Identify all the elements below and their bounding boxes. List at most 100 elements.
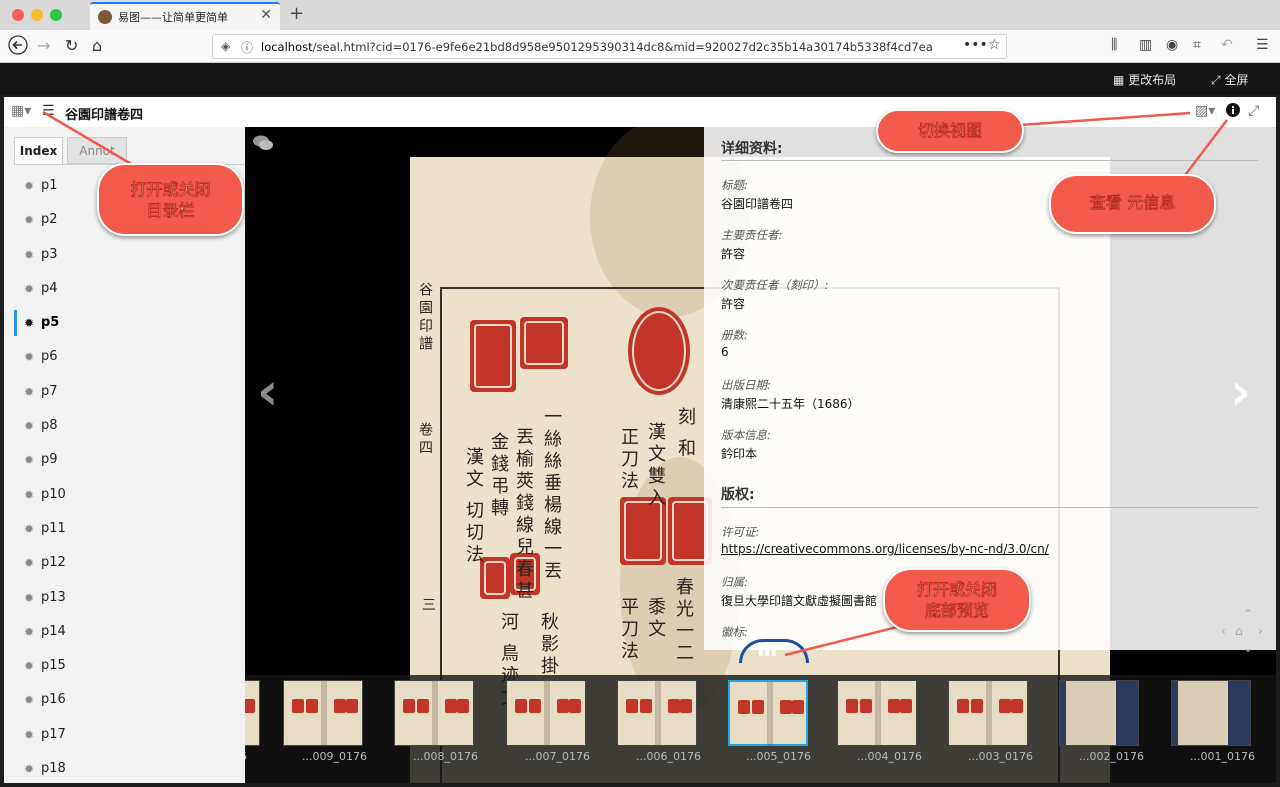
sidebar-item-p11[interactable]: ✹ p11	[4, 512, 245, 546]
page-text: 春光一二	[673, 577, 694, 665]
sidebar-item-p15[interactable]: ✹ p15	[4, 649, 245, 683]
page-text: 秋影掛	[538, 612, 559, 678]
sidebar-toggle-icon[interactable]: ▥	[1139, 37, 1152, 53]
sidebar-item-p7[interactable]: ✹ p7	[4, 375, 245, 409]
sidebar-item-p13[interactable]: ✹ p13	[4, 581, 245, 615]
tab-annotations[interactable]: Annot	[67, 137, 127, 164]
bookmark-star-icon[interactable]: ☆	[988, 37, 1001, 53]
switch-view-icon[interactable]: ▨▾	[1195, 103, 1215, 119]
library-icon[interactable]: ⫼	[1111, 37, 1117, 53]
page-bullet-icon: ✹	[24, 659, 35, 674]
window-layout-icon[interactable]: ▦▾	[11, 103, 31, 119]
page-bullet-icon: ✹	[24, 762, 35, 777]
page-text: 丟榆莢錢線兒春甚	[513, 427, 534, 603]
page-actions-icon[interactable]: •••	[963, 37, 988, 53]
date-value: 清康熙二十五年（1686）	[721, 397, 860, 411]
reset-view-icon[interactable]: ⌂	[1235, 624, 1243, 638]
page-text: 平刀法	[618, 597, 639, 663]
thumbnail[interactable]	[394, 680, 474, 746]
undo-icon[interactable]: ↶	[1221, 37, 1233, 53]
author-label: 主要责任者:	[721, 228, 783, 242]
page-label: p2	[41, 212, 58, 228]
url-bar[interactable]: ◈ ⓘ localhost/seal.html?cid=0176-e9fe6e2…	[212, 34, 1007, 59]
thumbnail[interactable]	[1059, 680, 1139, 746]
thumbnail[interactable]	[948, 680, 1028, 746]
tab-title: 易图——让简单更简单	[118, 11, 228, 24]
info-icon[interactable]: ⓘ	[241, 39, 253, 56]
thumbnail[interactable]	[283, 680, 363, 746]
pan-down-icon[interactable]: ⌄	[1243, 641, 1253, 655]
sidebar-item-p4[interactable]: ✹ p4	[4, 272, 245, 306]
crop-icon[interactable]: ⌗	[1193, 37, 1201, 53]
account-icon[interactable]: ◉	[1166, 37, 1178, 53]
toggle-preview-handle[interactable]: ▮▮▮	[758, 647, 788, 658]
pan-up-icon[interactable]: ⌃	[1243, 607, 1253, 621]
pan-left-icon[interactable]: ‹	[1221, 624, 1226, 638]
thumbnail[interactable]	[1171, 680, 1251, 746]
previous-page-icon[interactable]: ‹	[257, 362, 278, 422]
thumbnail[interactable]	[506, 680, 586, 746]
thumbnail[interactable]	[617, 680, 697, 746]
thumbnail-label: ...004_0176	[857, 750, 922, 763]
close-tab-icon[interactable]: ✕	[260, 7, 272, 23]
new-tab-button[interactable]: +	[289, 3, 304, 24]
expand-icon: ⤢	[1211, 73, 1221, 87]
owner-label: 归属:	[721, 575, 748, 589]
sidebar-item-p3[interactable]: ✹ p3	[4, 238, 245, 272]
edition-label: 版本信息:	[721, 428, 771, 442]
page-label: p7	[41, 383, 58, 399]
sidebar-item-p18[interactable]: ✹ p18	[4, 752, 245, 786]
page-label: p11	[41, 520, 66, 536]
browser-tab[interactable]: 易图——让简单更简单 ✕	[90, 2, 280, 30]
fullscreen-button[interactable]: ⤢ 全屏	[1211, 71, 1248, 88]
tab-index[interactable]: Index	[14, 137, 63, 165]
page-bullet-icon: ✹	[24, 384, 35, 399]
zoom-in-icon[interactable]: ⊕	[1203, 607, 1213, 621]
maximize-window-button[interactable]	[50, 9, 62, 21]
change-layout-button[interactable]: ▦ 更改布局	[1113, 71, 1176, 88]
page-label: p1	[41, 178, 58, 193]
menu-icon[interactable]: ☰	[1256, 37, 1269, 53]
sidebar-item-p6[interactable]: ✹ p6	[4, 340, 245, 374]
home-button[interactable]: ⌂	[92, 35, 102, 57]
sidebar-item-p10[interactable]: ✹ p10	[4, 478, 245, 512]
thumbnail[interactable]	[837, 680, 917, 746]
reload-button[interactable]: ↻	[65, 35, 78, 57]
sidebar-item-p14[interactable]: ✹ p14	[4, 615, 245, 649]
page-bullet-icon: ✹	[24, 316, 35, 331]
page-label: p8	[41, 418, 58, 434]
forward-button[interactable]: →	[37, 35, 50, 57]
thumbnail-label: ...003_0176	[968, 750, 1033, 763]
close-window-button[interactable]	[12, 9, 24, 21]
comment-icon[interactable]	[253, 135, 273, 155]
thumbnail-strip: 6 ...009_0176 ...008_0176 ...007_0176 ...006…	[245, 675, 1276, 783]
zoom-out-icon[interactable]: ⊖	[1203, 631, 1213, 645]
info-metadata-icon[interactable]	[1226, 103, 1240, 121]
sidebar-item-p16[interactable]: ✹ p16	[4, 683, 245, 717]
sidebar-item-p5[interactable]: ✹ p5	[4, 306, 245, 340]
page-text: 一絲絲垂楊線一丟	[541, 407, 562, 583]
page-label: p12	[41, 555, 66, 571]
sidebar-item-p12[interactable]: ✹ p12	[4, 546, 245, 580]
page-label: p6	[41, 349, 58, 365]
callout-toggle-preview: 打开或关闭 底部预览	[883, 568, 1031, 632]
page-bullet-icon: ✹	[24, 693, 35, 708]
sidebar-item-p8[interactable]: ✹ p8	[4, 409, 245, 443]
minimize-window-button[interactable]	[31, 9, 43, 21]
toggle-toc-icon[interactable]: ☰	[42, 103, 55, 119]
page-label: p18	[41, 761, 66, 777]
thumbnail[interactable]	[245, 680, 260, 746]
page-label: p3	[41, 246, 58, 262]
thumbnail[interactable]	[728, 680, 808, 746]
back-button[interactable]	[8, 35, 28, 61]
url-text[interactable]: localhost/seal.html?cid=0176-e9fe6e21bd8…	[261, 40, 933, 54]
seal-stamp	[470, 320, 516, 392]
shield-icon[interactable]: ◈	[221, 39, 230, 53]
license-link[interactable]: https://creativecommons.org/licenses/by-…	[721, 542, 1049, 556]
pan-right-icon[interactable]: ›	[1258, 624, 1263, 638]
page-label: p5	[41, 315, 60, 331]
expand-viewer-icon[interactable]: ⤢	[1248, 103, 1259, 119]
sidebar-item-p9[interactable]: ✹ p9	[4, 443, 245, 477]
sidebar-item-p17[interactable]: ✹ p17	[4, 718, 245, 752]
page-bullet-icon: ✹	[24, 419, 35, 434]
